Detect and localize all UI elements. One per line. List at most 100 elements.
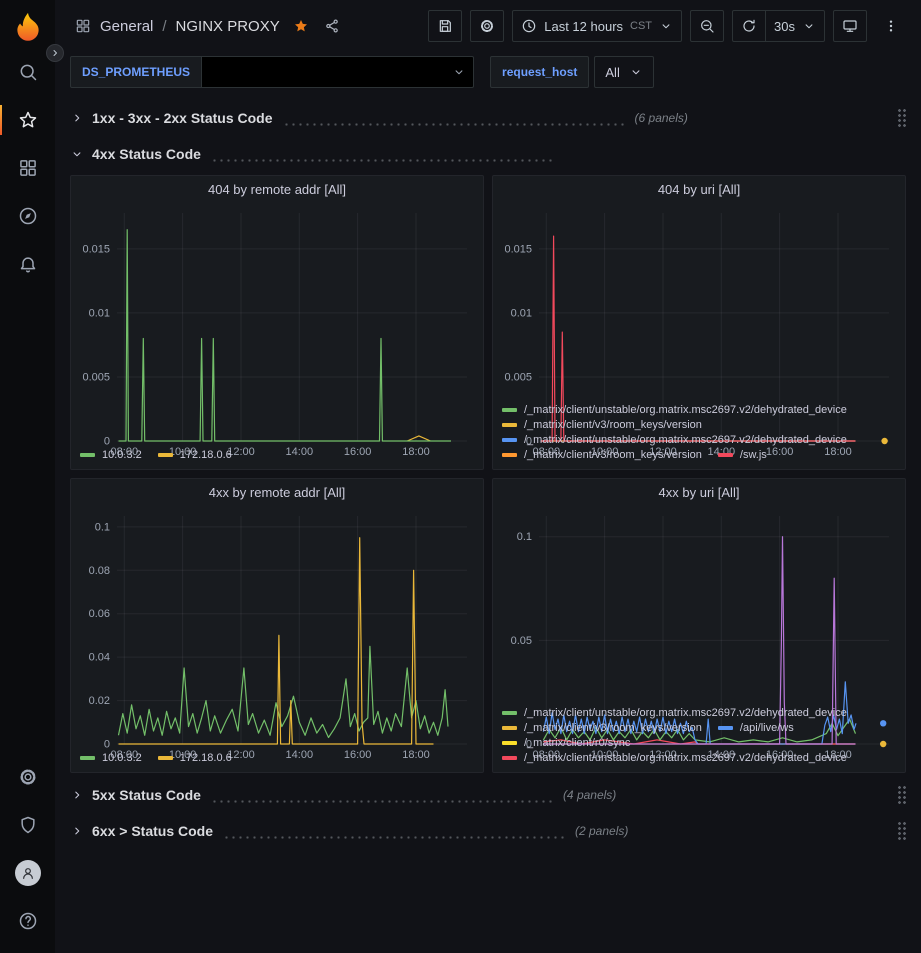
legend-item[interactable]: /api/live/ws	[718, 722, 794, 734]
legend-item[interactable]: /_matrix/client/v3/room_keys/version	[502, 449, 702, 461]
dotted-leader	[223, 836, 565, 839]
legend-label: /api/live/ws	[740, 722, 794, 734]
kebab-menu-button[interactable]	[875, 10, 907, 42]
grafana-logo[interactable]	[13, 11, 43, 44]
row-1xx-3xx-2xx-status-code[interactable]: 1xx - 3xx - 2xx Status Code (6 panels)	[70, 104, 906, 132]
chevron-down-icon	[452, 65, 466, 79]
datasource-select[interactable]	[202, 56, 474, 88]
panel-title[interactable]: 404 by remote addr [All]	[71, 176, 483, 203]
user-avatar[interactable]	[0, 849, 55, 897]
svg-text:0.05: 0.05	[511, 635, 532, 647]
chevron-down-icon	[629, 65, 643, 79]
svg-text:0.015: 0.015	[504, 243, 532, 255]
row-5xx-status-code[interactable]: 5xx Status Code (4 panels)	[70, 781, 906, 809]
svg-text:0: 0	[104, 739, 110, 751]
legend-label: /_matrix/client/unstable/org.matrix.msc2…	[524, 707, 847, 719]
explore-compass-icon[interactable]	[0, 192, 55, 240]
panel-title[interactable]: 404 by uri [All]	[493, 176, 905, 203]
legend-item[interactable]: /_matrix/client/v3/room_keys/version	[502, 419, 702, 431]
time-range-picker[interactable]: Last 12 hours CST	[512, 10, 682, 42]
row-title: 6xx > Status Code	[92, 823, 213, 839]
datasource-variable: DS_PROMETHEUS	[70, 56, 474, 88]
legend-item[interactable]: /_matrix/client/r0/sync	[502, 737, 630, 749]
legend-label: /sw.js	[740, 449, 767, 461]
breadcrumb-folder[interactable]: General	[100, 18, 153, 35]
top-navbar: General / NGINX PROXY Last 12 hours CST	[55, 0, 921, 52]
help-icon[interactable]	[0, 897, 55, 945]
share-icon	[324, 18, 340, 34]
panel-title[interactable]: 4xx by remote addr [All]	[71, 479, 483, 506]
save-icon	[437, 18, 453, 34]
legend-label: 10.0.3.2	[102, 752, 142, 764]
save-dashboard-button[interactable]	[428, 10, 462, 42]
chevron-right-icon	[49, 47, 61, 59]
chevron-down-icon	[70, 147, 84, 161]
panel-grid: 404 by remote addr [All] 00.0050.010.015…	[70, 175, 906, 773]
zoom-out-button[interactable]	[690, 10, 724, 42]
datasource-variable-label: DS_PROMETHEUS	[70, 56, 202, 88]
chart-legend: 10.0.3.2 172.18.0.6	[71, 750, 483, 772]
apps-icon	[75, 18, 91, 34]
chevron-right-icon	[70, 111, 84, 125]
svg-text:0.06: 0.06	[89, 608, 110, 620]
request-host-variable: request_host All	[490, 56, 654, 88]
kebab-icon	[883, 18, 899, 34]
time-series-chart[interactable]: 00.050.108:0010:0012:0014:0016:0018:00	[493, 506, 905, 705]
chevron-down-icon	[802, 19, 816, 33]
legend-item[interactable]: 10.0.3.2	[80, 449, 142, 461]
svg-text:0: 0	[104, 436, 110, 448]
chevron-right-icon	[70, 824, 84, 838]
time-series-chart[interactable]: 00.0050.010.01508:0010:0012:0014:0016:00…	[493, 203, 905, 402]
row-drag-handle[interactable]	[897, 821, 906, 842]
refresh-interval-label: 30s	[774, 19, 795, 34]
row-4xx-status-code[interactable]: 4xx Status Code	[70, 140, 906, 168]
monitor-icon	[842, 18, 858, 34]
chart-legend: /_matrix/client/unstable/org.matrix.msc2…	[493, 402, 905, 469]
person-icon	[20, 865, 36, 881]
chevron-down-icon	[659, 19, 673, 33]
dashboard-settings-button[interactable]	[470, 10, 504, 42]
legend-item[interactable]: /_matrix/client/unstable/org.matrix.msc2…	[502, 404, 847, 416]
configuration-gear-icon[interactable]	[0, 753, 55, 801]
panel-title[interactable]: 4xx by uri [All]	[493, 479, 905, 506]
row-panel-count: (4 panels)	[563, 788, 616, 802]
legend-item[interactable]: /sw.js	[718, 449, 767, 461]
grafana-app: General / NGINX PROXY Last 12 hours CST	[0, 0, 921, 953]
dashboards-icon[interactable]	[0, 144, 55, 192]
legend-item[interactable]: /_matrix/client/v3/room_keys/version	[502, 722, 702, 734]
time-series-chart[interactable]: 00.0050.010.01508:0010:0012:0014:0016:00…	[71, 203, 483, 447]
legend-label: /_matrix/client/v3/room_keys/version	[524, 419, 702, 431]
dashboard-content: 1xx - 3xx - 2xx Status Code (6 panels) 4…	[55, 96, 921, 953]
legend-item[interactable]: 172.18.0.6	[158, 449, 232, 461]
server-admin-shield-icon[interactable]	[0, 801, 55, 849]
alerting-bell-icon[interactable]	[0, 240, 55, 288]
favorite-star-icon[interactable]	[293, 18, 309, 34]
cycle-view-button[interactable]	[833, 10, 867, 42]
legend-item[interactable]: /_matrix/client/unstable/org.matrix.msc2…	[502, 434, 847, 446]
sidebar-expand-button[interactable]	[46, 44, 64, 62]
legend-label: /_matrix/client/v3/room_keys/version	[524, 722, 702, 734]
svg-text:0.1: 0.1	[95, 521, 110, 533]
starred-dashboards-icon[interactable]	[0, 96, 55, 144]
row-drag-handle[interactable]	[897, 785, 906, 806]
row-drag-handle[interactable]	[897, 108, 906, 129]
share-dashboard-button[interactable]	[324, 18, 340, 34]
row-6xx-status-code[interactable]: 6xx > Status Code (2 panels)	[70, 817, 906, 845]
legend-label: /_matrix/client/r0/sync	[524, 737, 630, 749]
breadcrumb: General / NGINX PROXY	[75, 18, 340, 35]
svg-text:0.005: 0.005	[82, 372, 110, 384]
row-panel-count: (2 panels)	[575, 824, 628, 838]
refresh-button[interactable]	[732, 10, 766, 42]
request-host-select[interactable]: All	[594, 56, 653, 88]
legend-item[interactable]: 10.0.3.2	[80, 752, 142, 764]
sidebar-nav-bottom	[0, 753, 55, 945]
legend-item[interactable]: /_matrix/client/unstable/org.matrix.msc2…	[502, 707, 847, 719]
legend-item[interactable]: /_matrix/client/unstable/org.matrix.msc2…	[502, 752, 847, 764]
legend-label: 10.0.3.2	[102, 449, 142, 461]
svg-text:0.005: 0.005	[504, 372, 532, 384]
clock-icon	[521, 18, 537, 34]
legend-item[interactable]: 172.18.0.6	[158, 752, 232, 764]
request-host-label: request_host	[490, 56, 589, 88]
time-series-chart[interactable]: 00.020.040.060.080.108:0010:0012:0014:00…	[71, 506, 483, 750]
refresh-interval-picker[interactable]: 30s	[766, 10, 825, 42]
